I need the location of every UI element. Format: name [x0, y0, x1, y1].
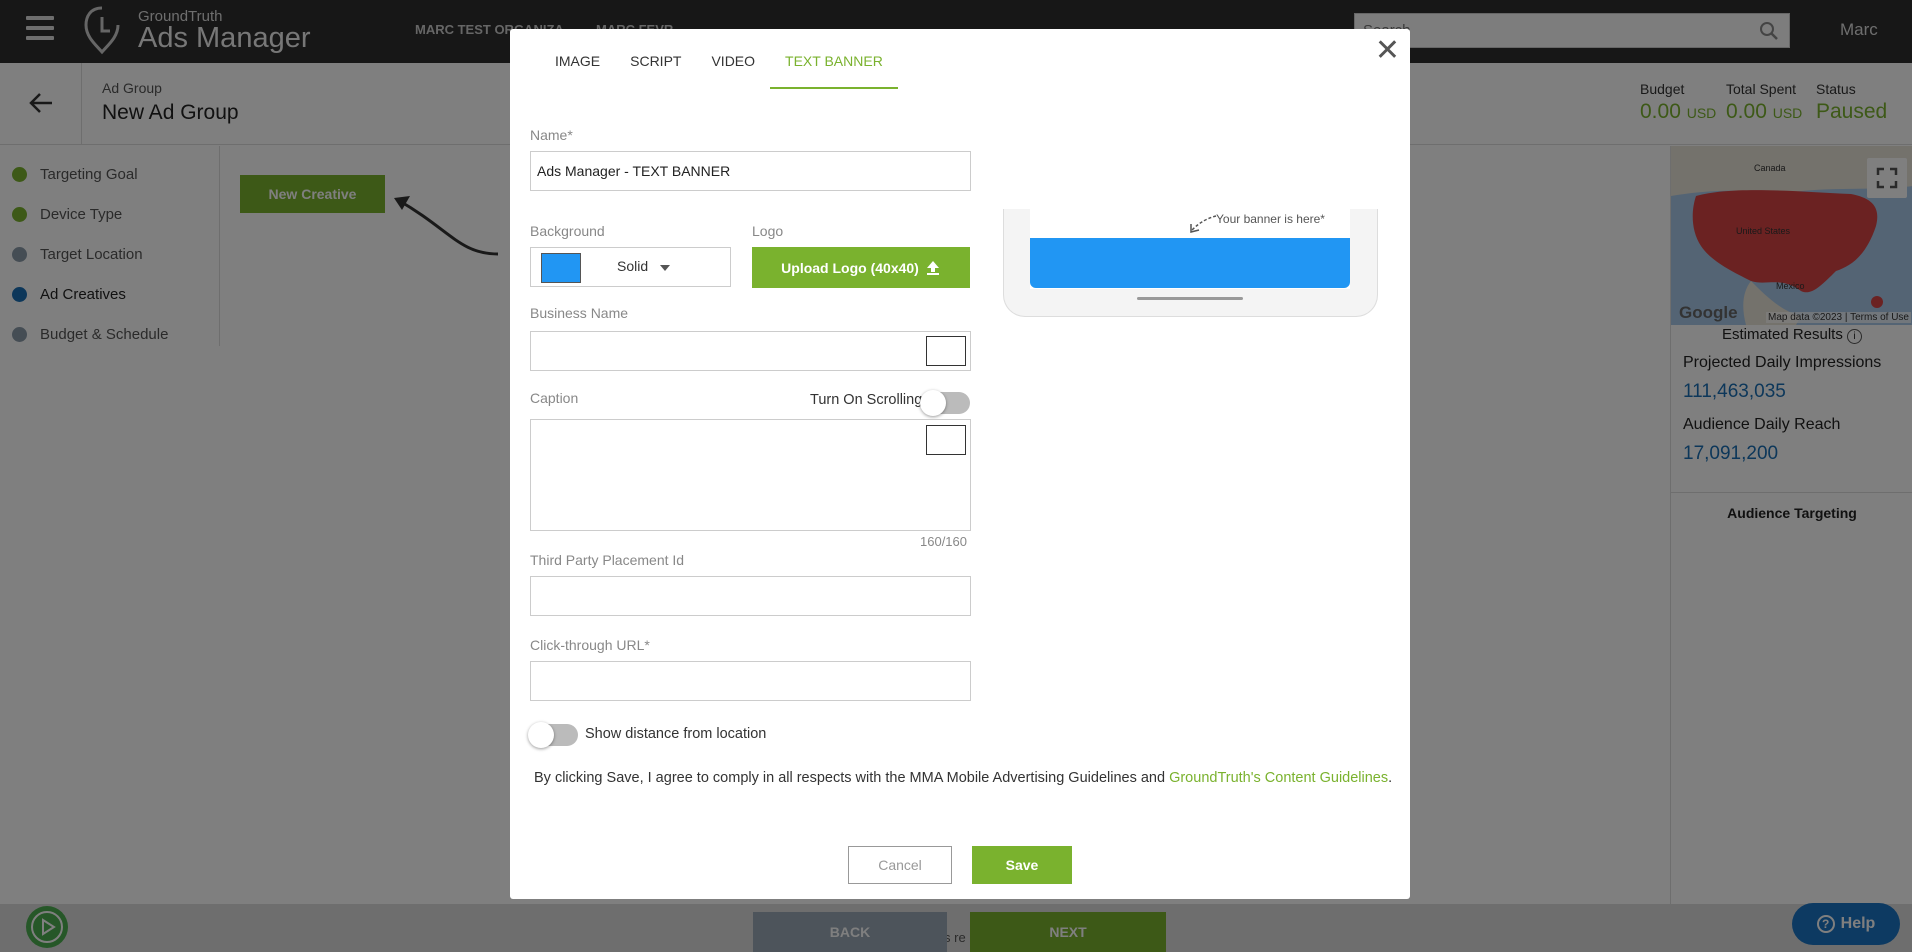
name-label: Name* — [530, 127, 573, 143]
upload-logo-button[interactable]: Upload Logo (40x40) — [752, 247, 970, 288]
dashed-arrow-icon — [1190, 215, 1217, 233]
preview-screen: Your banner is here* — [1030, 209, 1350, 289]
banner-preview: Your banner is here* — [1003, 209, 1378, 317]
logo-label: Logo — [752, 223, 784, 239]
tab-video[interactable]: VIDEO — [696, 53, 770, 89]
toggle-knob — [920, 390, 946, 416]
upload-icon — [926, 260, 939, 275]
tab-script[interactable]: SCRIPT — [615, 53, 696, 89]
close-icon[interactable]: ✕ — [1375, 33, 1400, 68]
agreement-text: By clicking Save, I agree to comply in a… — [534, 770, 1392, 786]
cancel-button[interactable]: Cancel — [848, 846, 952, 884]
agreement-suffix: . — [1388, 770, 1393, 786]
creative-type-tabs: IMAGE SCRIPT VIDEO TEXT BANNER — [540, 53, 898, 89]
banner-note: Your banner is here* — [1216, 212, 1325, 226]
tab-image[interactable]: IMAGE — [540, 53, 615, 89]
caption-label: Caption — [530, 390, 579, 406]
third-party-placement-field[interactable] — [530, 576, 971, 616]
business-name-field[interactable] — [530, 331, 971, 371]
click-through-url-field[interactable] — [530, 661, 971, 701]
click-url-label: Click-through URL* — [530, 637, 650, 653]
save-button[interactable]: Save — [972, 846, 1072, 884]
name-field[interactable] — [530, 151, 971, 191]
distance-toggle[interactable] — [528, 722, 578, 748]
scrolling-label: Turn On Scrolling — [810, 392, 923, 408]
agreement-prefix: By clicking Save, I agree to comply in a… — [534, 770, 1170, 786]
toggle-knob — [528, 722, 554, 748]
business-name-label: Business Name — [530, 305, 629, 321]
background-label: Background — [530, 223, 605, 239]
third-party-label: Third Party Placement Id — [530, 552, 685, 568]
scrolling-toggle[interactable] — [920, 390, 970, 416]
chevron-down-icon — [660, 265, 670, 271]
banner-preview-strip — [1030, 238, 1350, 288]
caption-textarea[interactable] — [530, 419, 971, 531]
creative-modal: ✕ IMAGE SCRIPT VIDEO TEXT BANNER Name* B… — [510, 29, 1410, 899]
tab-text-banner[interactable]: TEXT BANNER — [770, 53, 898, 89]
business-name-color-swatch[interactable] — [926, 336, 966, 366]
home-indicator — [1137, 297, 1243, 300]
background-color-swatch[interactable] — [541, 253, 581, 283]
char-count: 160/160 — [920, 534, 967, 549]
background-type: Solid — [617, 258, 649, 274]
content-guidelines-link[interactable]: GroundTruth's Content Guidelines — [1169, 770, 1388, 786]
background-select[interactable]: Solid — [530, 247, 731, 287]
upload-logo-label: Upload Logo (40x40) — [781, 259, 919, 276]
distance-label: Show distance from location — [585, 726, 767, 742]
caption-color-swatch[interactable] — [926, 425, 966, 455]
